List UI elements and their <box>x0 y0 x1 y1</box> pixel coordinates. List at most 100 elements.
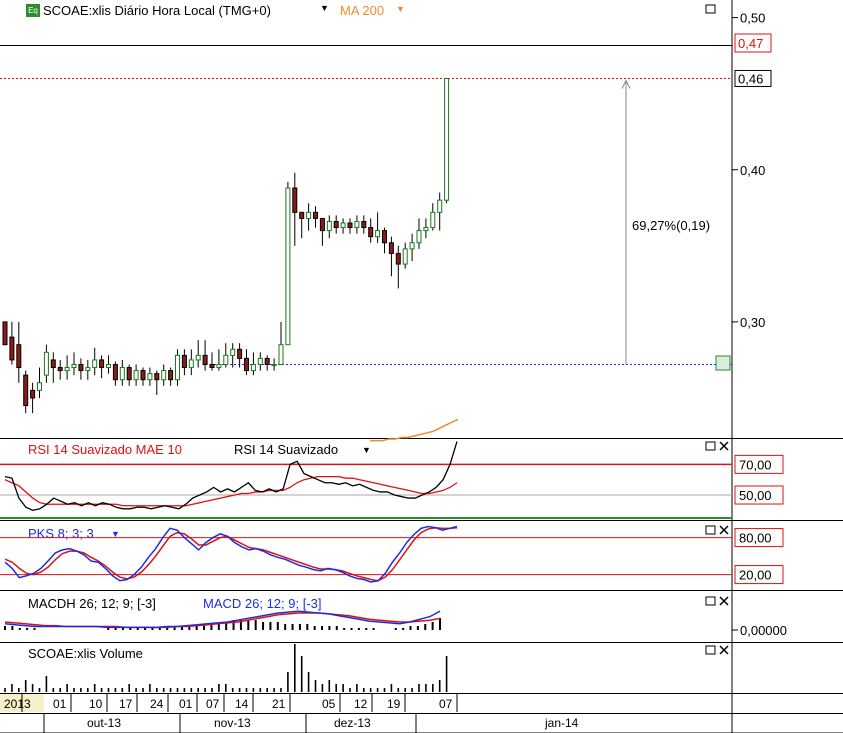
candle-body <box>85 367 91 372</box>
ma200-line <box>370 418 459 442</box>
candle-body <box>250 363 256 372</box>
day-tick-label: 05 <box>322 697 336 711</box>
month-tick-label: dez-13 <box>334 716 371 730</box>
day-tick-label: 19 <box>387 697 401 711</box>
rsi-level-label: 50,00 <box>739 488 772 503</box>
candle-body <box>202 354 208 365</box>
candle-body <box>50 359 56 369</box>
candle-body <box>230 348 236 356</box>
candle-body <box>423 227 429 232</box>
candle-body <box>106 363 111 369</box>
high-price-label: 0,47 <box>738 36 763 51</box>
day-tick-label: 01 <box>53 697 67 711</box>
candle-body <box>340 222 346 229</box>
candle-body <box>78 363 84 372</box>
candle-body <box>64 367 70 372</box>
day-tick-label: 10 <box>89 697 103 711</box>
candle-body <box>223 354 229 365</box>
close-icon <box>719 645 729 655</box>
day-tick-label: 24 <box>150 697 164 711</box>
chart-canvas[interactable]: 0,50 0,40 0,30 0,47 0,46 70,00 50,00 80,00 20,00… <box>0 0 843 733</box>
maximize-icon <box>705 441 716 451</box>
candle-body <box>23 374 29 407</box>
candle-body <box>402 248 408 265</box>
candle-body <box>175 354 180 381</box>
day-tick-label: 14 <box>235 697 249 711</box>
candle-body <box>112 363 118 381</box>
candle-body <box>430 211 436 229</box>
trend-icon <box>715 355 731 371</box>
maximize-icon <box>705 596 716 606</box>
candle-body <box>9 336 15 361</box>
day-tick-label: 12 <box>354 697 368 711</box>
close-icon <box>719 525 729 535</box>
close-icon <box>719 441 729 451</box>
candle-body <box>37 382 42 391</box>
candle-body <box>313 211 318 219</box>
candle-body <box>375 230 381 238</box>
pks-slow-line <box>4 526 458 582</box>
candle-body <box>140 370 146 381</box>
month-tick-label: jan-14 <box>544 716 579 730</box>
candle-body <box>2 321 8 346</box>
maximize-icon <box>705 525 716 535</box>
candle-body <box>16 344 22 369</box>
candle-body <box>319 217 325 232</box>
candle-body <box>271 363 277 366</box>
candle-body <box>168 370 174 381</box>
day-tick-label: 17 <box>119 697 133 711</box>
candle-body <box>216 363 222 369</box>
candle-body <box>292 187 298 213</box>
rsi-level-label: 70,00 <box>739 457 772 472</box>
candle-body <box>244 357 249 372</box>
candle-body <box>188 359 194 369</box>
pks-level-label: 20,00 <box>739 568 772 583</box>
price-tick-label: 0,50 <box>740 11 765 26</box>
candle-body <box>264 357 270 365</box>
candle-body <box>195 354 201 361</box>
candle-body <box>395 252 401 265</box>
pks-level-label: 80,00 <box>739 531 772 546</box>
price-tick-label: 0,30 <box>740 315 765 330</box>
current-price-label: 0,46 <box>738 71 763 86</box>
day-tick-label: 07 <box>439 697 453 711</box>
month-tick-label: nov-13 <box>214 716 251 730</box>
day-tick-label: 07 <box>206 697 220 711</box>
candle-body <box>209 363 215 369</box>
price-tick-label: 0,40 <box>740 163 765 178</box>
candle-body <box>257 357 263 365</box>
candle-body <box>361 220 367 229</box>
day-tick-label: 21 <box>272 697 286 711</box>
candle-body <box>133 370 139 381</box>
maximize-icon <box>705 4 716 14</box>
candle-body <box>30 389 36 399</box>
candle-body <box>416 230 422 244</box>
month-tick-label: out-13 <box>87 716 121 730</box>
candle-body <box>237 348 243 359</box>
day-tick-label: 01 <box>179 697 193 711</box>
rsi-line <box>4 441 458 512</box>
candle-body <box>154 373 160 381</box>
candle-body <box>57 367 63 372</box>
maximize-icon <box>705 645 716 655</box>
candle-body <box>382 230 387 244</box>
candle-body <box>326 220 332 232</box>
candle-body <box>437 199 443 213</box>
candle-body <box>333 220 339 229</box>
candle-body <box>368 227 374 238</box>
candle-body <box>354 220 360 229</box>
candle-body <box>71 363 77 369</box>
day-tick-label: 2013 <box>4 697 31 711</box>
candle-body <box>409 242 415 250</box>
candle-body <box>92 359 98 369</box>
candle-body <box>444 77 450 201</box>
candle-body <box>161 370 167 381</box>
candle-body <box>306 211 312 219</box>
candle-body <box>99 359 105 369</box>
candle-body <box>43 351 49 376</box>
candle-body <box>347 222 353 229</box>
candle-body <box>119 367 125 381</box>
candle-body <box>388 242 394 254</box>
candle-body <box>299 211 305 219</box>
macd-zero-label: 0,00000 <box>740 623 787 638</box>
